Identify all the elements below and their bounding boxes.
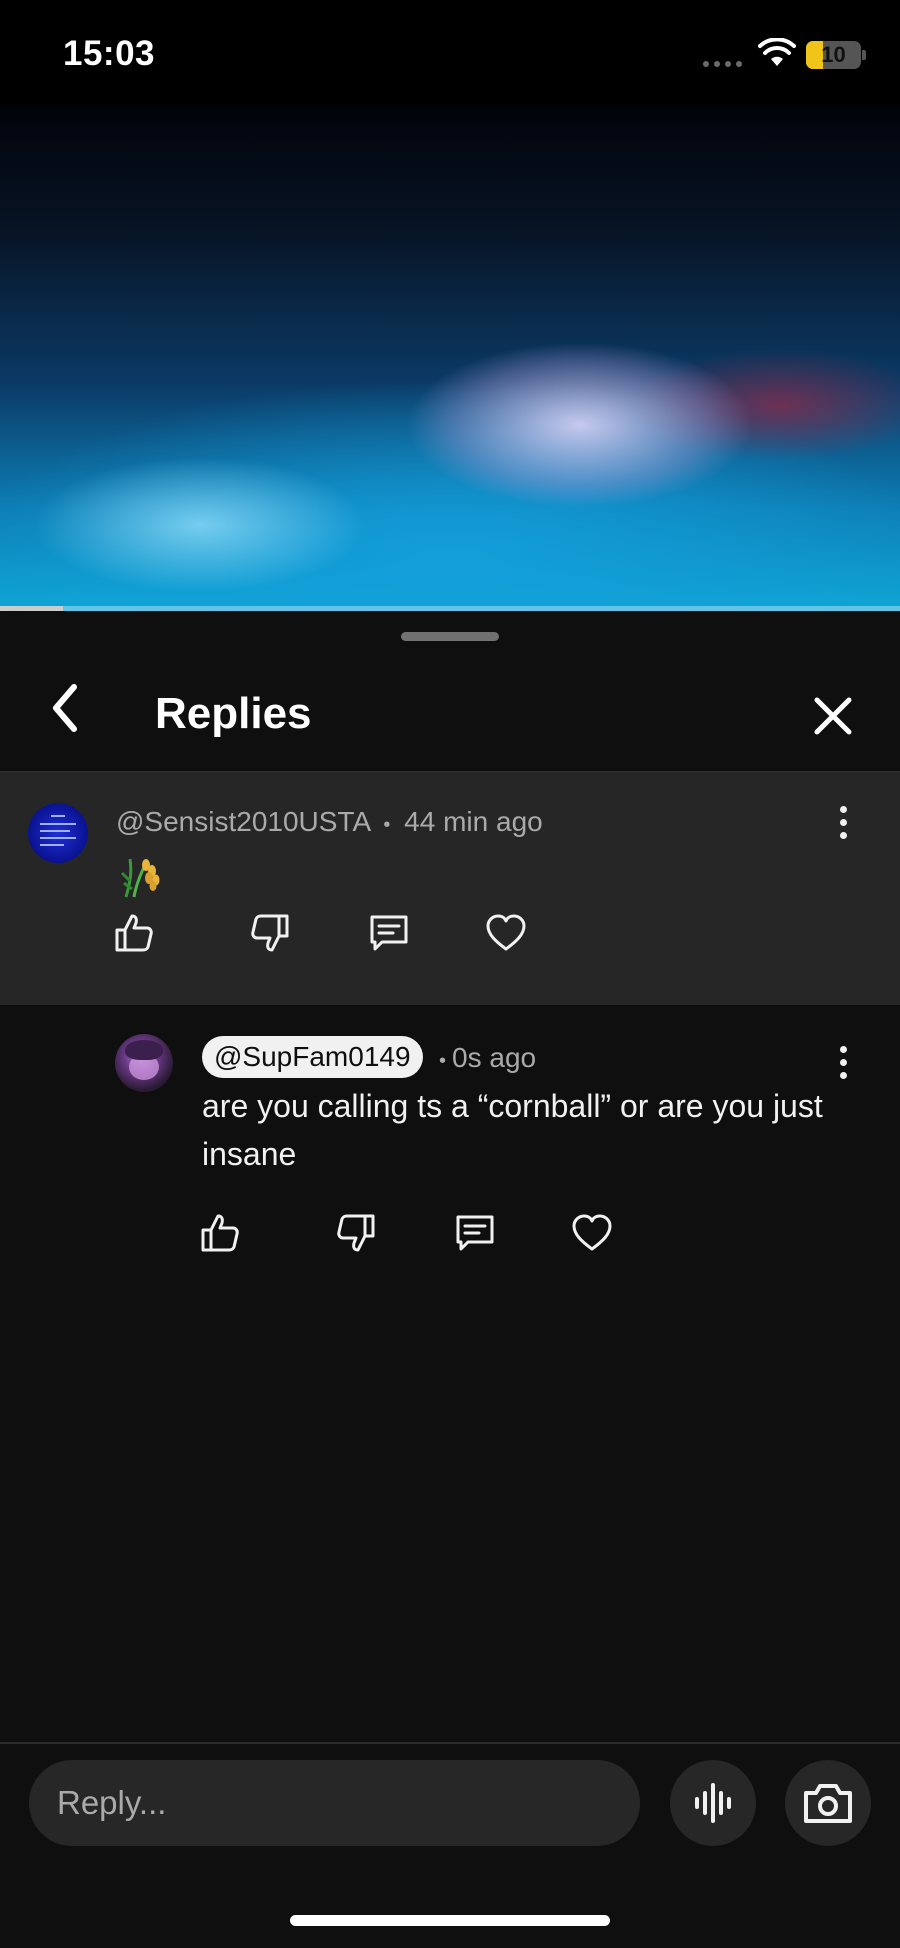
chevron-left-icon (53, 684, 77, 732)
cellular-signal-icon (703, 61, 742, 67)
avatar[interactable] (28, 803, 88, 863)
thumbs-up-icon (115, 914, 153, 952)
back-button[interactable] (40, 683, 90, 733)
comment-icon (456, 1215, 494, 1251)
reply-button[interactable] (451, 1209, 499, 1257)
more-options-button[interactable] (823, 1038, 863, 1086)
comment-time: 44 min ago (404, 806, 543, 837)
close-button[interactable] (808, 691, 858, 741)
reply-text: are you calling ts a “cornball” or are y… (202, 1088, 823, 1172)
dislike-button[interactable] (246, 909, 294, 957)
separator: • (383, 814, 391, 836)
heart-icon (572, 1214, 612, 1251)
more-options-button[interactable] (823, 798, 863, 846)
thumbs-up-icon (201, 1214, 239, 1252)
reply-input[interactable] (29, 1760, 640, 1846)
home-indicator (290, 1915, 610, 1926)
composer-divider (0, 1742, 900, 1744)
thumbs-down-icon (251, 914, 289, 952)
avatar[interactable] (115, 1034, 173, 1092)
more-vert-icon (839, 805, 847, 813)
separator: • (439, 1050, 447, 1072)
camera-icon (804, 1784, 852, 1823)
status-bar: 15:03 10 (0, 0, 900, 105)
drag-handle[interactable] (401, 632, 499, 641)
heart-icon (486, 914, 526, 951)
battery-cap (862, 50, 866, 60)
reply-meta: • 0s ago (439, 1042, 536, 1074)
comment-icon (370, 915, 408, 951)
heart-button[interactable] (568, 1209, 616, 1257)
battery-icon: 10 (806, 41, 861, 69)
comment-time: 0s ago (452, 1042, 537, 1073)
panel-title: Replies (155, 689, 312, 738)
reply-button[interactable] (365, 909, 413, 957)
comment-meta: @Sensist2010USTA • 44 min ago (116, 806, 543, 838)
comment-author[interactable]: @Sensist2010USTA (116, 806, 370, 837)
replies-panel: Replies @Sensist2010USTA • 44 min ago (0, 611, 900, 1948)
voice-search-icon (695, 1783, 731, 1823)
like-button[interactable] (196, 1209, 244, 1257)
more-vert-icon (839, 1045, 847, 1053)
dislike-button[interactable] (332, 1209, 380, 1257)
video-player[interactable] (0, 105, 900, 611)
parent-comment: @Sensist2010USTA • 44 min ago (0, 773, 900, 1005)
wifi-icon (758, 38, 796, 66)
heart-button[interactable] (482, 909, 530, 957)
battery-percent: 10 (821, 42, 846, 67)
voice-button[interactable] (670, 1760, 756, 1846)
rice-sheaf-emoji (120, 858, 160, 898)
status-time: 15:03 (63, 34, 156, 73)
reply-author-chip[interactable]: @SupFam0149 (202, 1036, 423, 1078)
like-button[interactable] (110, 909, 158, 957)
thumbs-down-icon (337, 1214, 375, 1252)
close-icon (814, 697, 852, 735)
camera-button[interactable] (785, 1760, 871, 1846)
